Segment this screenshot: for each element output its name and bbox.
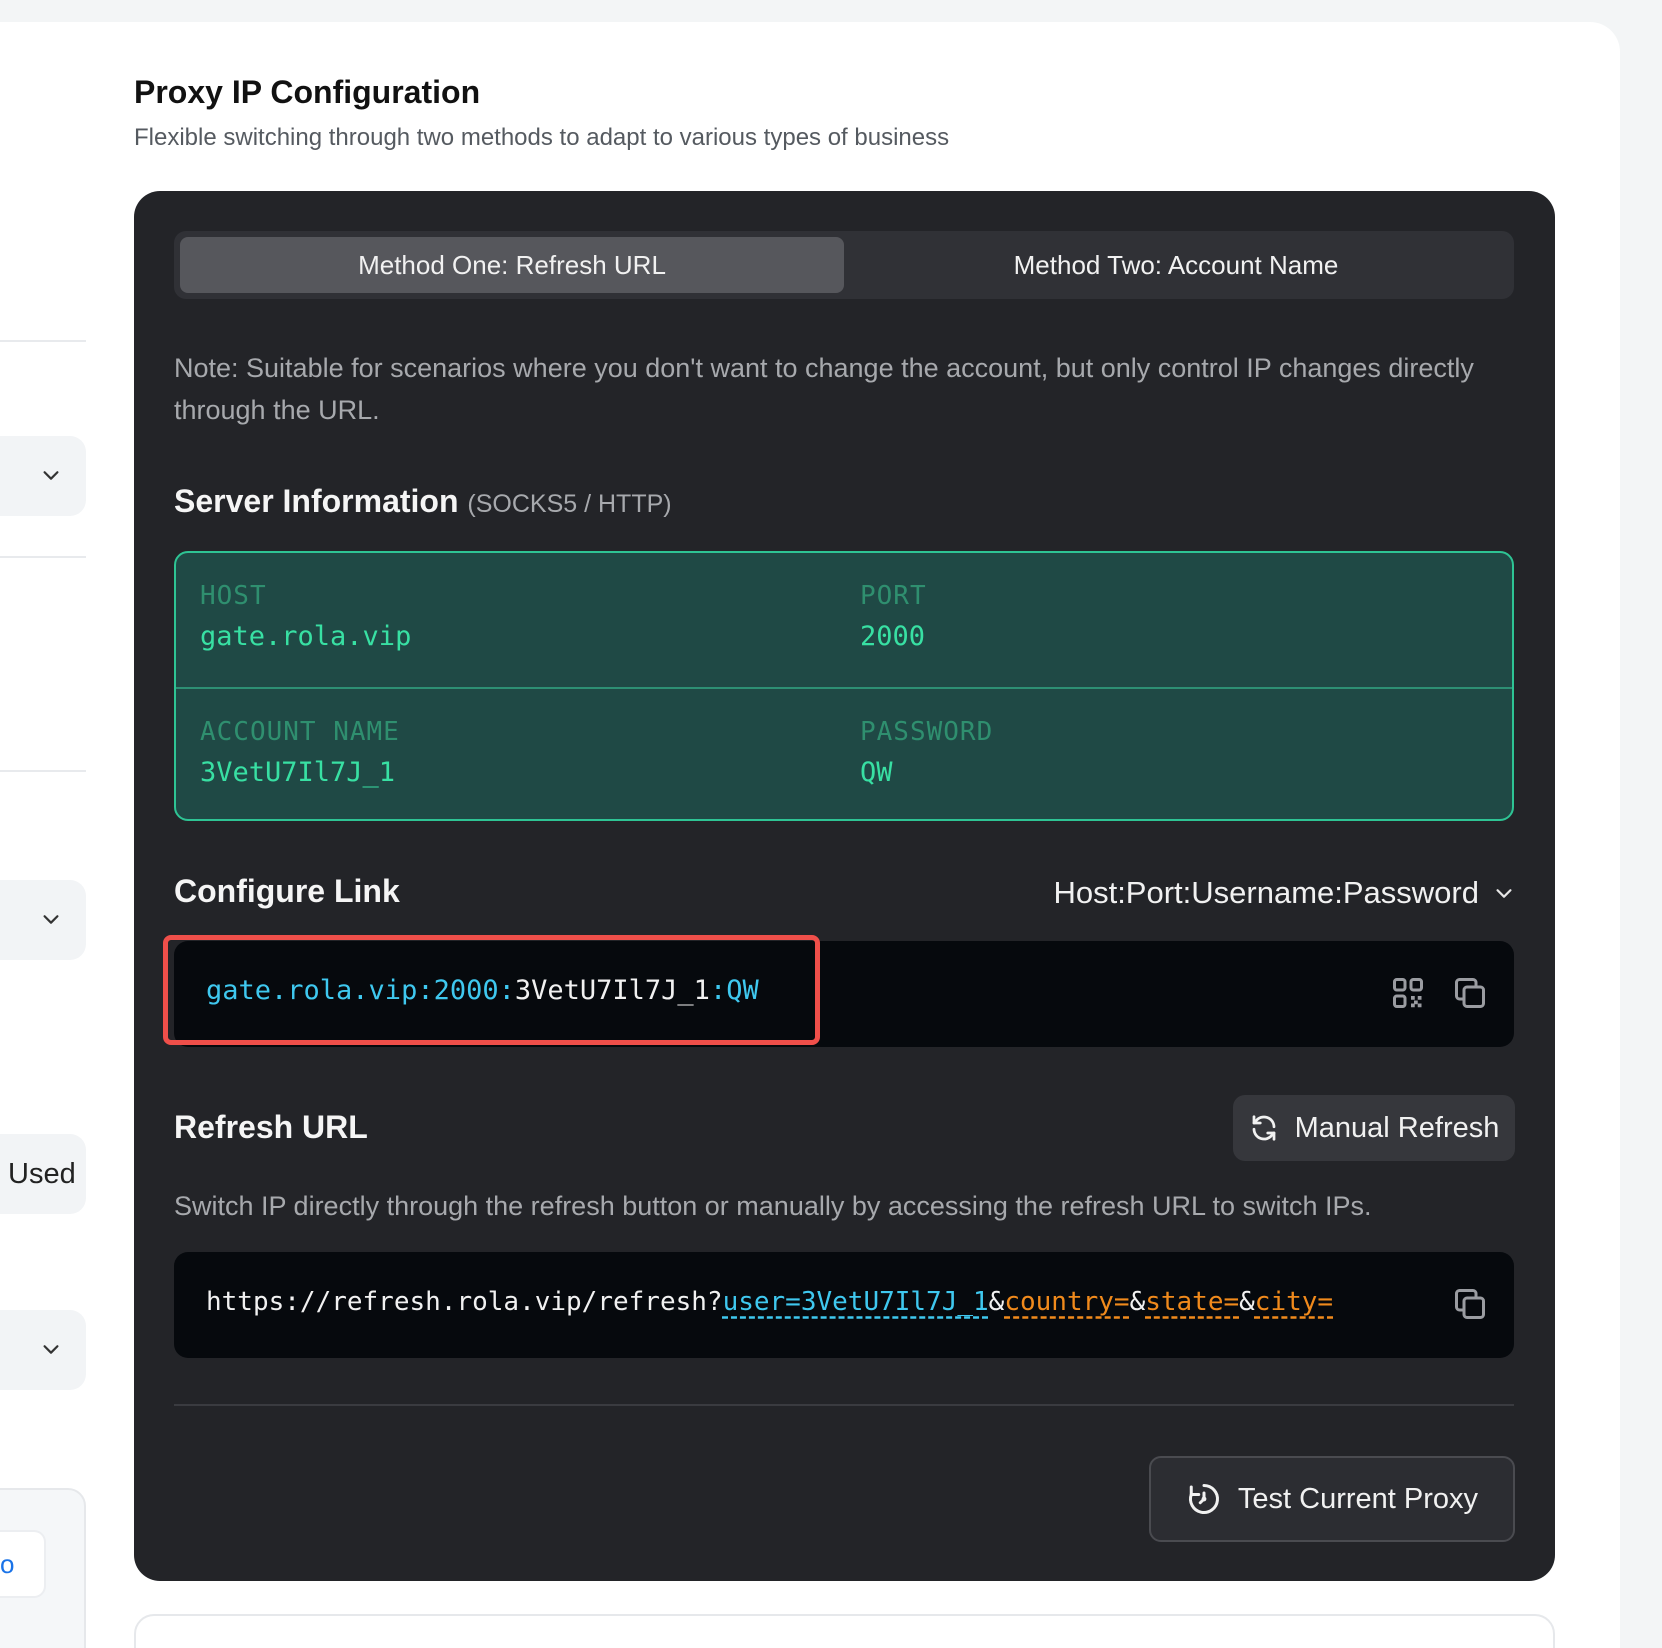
server-info-box: HOST gate.rola.vip PORT 2000 ACCOUNT NAM… [174,551,1514,821]
port-cell: PORT 2000 [860,581,927,652]
chevron-down-icon [43,1345,59,1354]
tab-refresh-url[interactable]: Method One: Refresh URL [180,237,844,293]
url-base: https://refresh.rola.vip/refresh? [206,1287,723,1317]
url-city-param: city= [1254,1287,1334,1317]
server-info-title: Server Information (SOCKS5 / HTTP) [174,483,672,520]
left-select-2[interactable] [0,880,86,960]
left-partial-column: Used o [0,0,86,1648]
url-user-param: user=3VetU7Il7J_1 [722,1287,989,1317]
manual-refresh-button[interactable]: Manual Refresh [1233,1095,1515,1161]
account-value[interactable]: 3VetU7Il7J_1 [200,757,400,788]
left-select-1[interactable] [0,436,86,516]
port-value[interactable]: 2000 [860,621,927,652]
server-row-host: HOST gate.rola.vip PORT 2000 [176,553,1512,687]
url-amp: & [1129,1287,1146,1317]
configure-link-title: Configure Link [174,873,400,909]
chevron-down-icon [43,915,59,924]
refresh-url-title: Refresh URL [174,1109,368,1145]
left-partial-card: o [0,1488,86,1648]
password-label: PASSWORD [860,717,994,747]
panel-divider [174,1404,1514,1406]
manual-refresh-label: Manual Refresh [1294,1111,1500,1144]
url-country-param: country= [1004,1287,1130,1317]
url-amp: & [988,1287,1005,1317]
server-protocols: (SOCKS5 / HTTP) [467,490,672,518]
test-proxy-button[interactable]: Test Current Proxy [1149,1456,1515,1542]
proxy-config-panel: Method One: Refresh URL Method Two: Acco… [134,191,1555,1581]
account-label: ACCOUNT NAME [200,717,400,747]
password-cell: PASSWORD QW [860,717,993,788]
account-cell: ACCOUNT NAME 3VetU7Il7J_1 [200,717,400,788]
copy-icon[interactable] [1452,975,1488,1011]
page-subtitle: Flexible switching through two methods t… [134,124,950,151]
refresh-url-box: https://refresh.rola.vip/refresh?user=3V… [174,1252,1514,1358]
link-format-select[interactable]: Host:Port:Username:Password [1053,875,1515,911]
password-value[interactable]: QW [860,757,993,788]
timer-test-icon [1188,1484,1219,1514]
link-format-value: Host:Port:Username:Password [1053,875,1479,910]
left-select-3[interactable] [0,1310,86,1390]
refresh-url-text[interactable]: https://refresh.rola.vip/refresh?user=3V… [206,1287,1333,1317]
tab-account-name[interactable]: Method Two: Account Name [844,237,1508,293]
test-proxy-label: Test Current Proxy [1237,1482,1479,1515]
chevron-down-icon [1496,889,1512,898]
left-divider [0,556,86,558]
left-partial-button[interactable]: o [0,1532,44,1596]
next-section-card [134,1614,1555,1648]
left-divider [0,770,86,772]
url-state-param: state= [1145,1287,1240,1317]
host-label: HOST [200,581,267,611]
url-amp: & [1239,1287,1255,1317]
copy-icon[interactable] [1452,1286,1488,1322]
qr-code-icon[interactable] [1390,975,1426,1011]
method-tabs: Method One: Refresh URL Method Two: Acco… [174,231,1514,299]
configure-link-highlight [163,935,820,1045]
server-info-heading: Server Information [174,483,459,519]
refresh-description: Switch IP directly through the refresh b… [174,1191,1372,1221]
host-cell: HOST gate.rola.vip [200,581,411,652]
left-used-field[interactable]: Used [0,1134,86,1214]
refresh-icon [1252,1115,1276,1141]
server-row-account: ACCOUNT NAME 3VetU7Il7J_1 PASSWORD QW [176,687,1512,821]
port-label: PORT [860,581,927,611]
method-note: Note: Suitable for scenarios where you d… [174,353,1474,425]
left-divider [0,340,86,342]
chevron-down-icon [43,471,59,480]
host-value[interactable]: gate.rola.vip [200,621,411,652]
page-title: Proxy IP Configuration [134,74,481,110]
